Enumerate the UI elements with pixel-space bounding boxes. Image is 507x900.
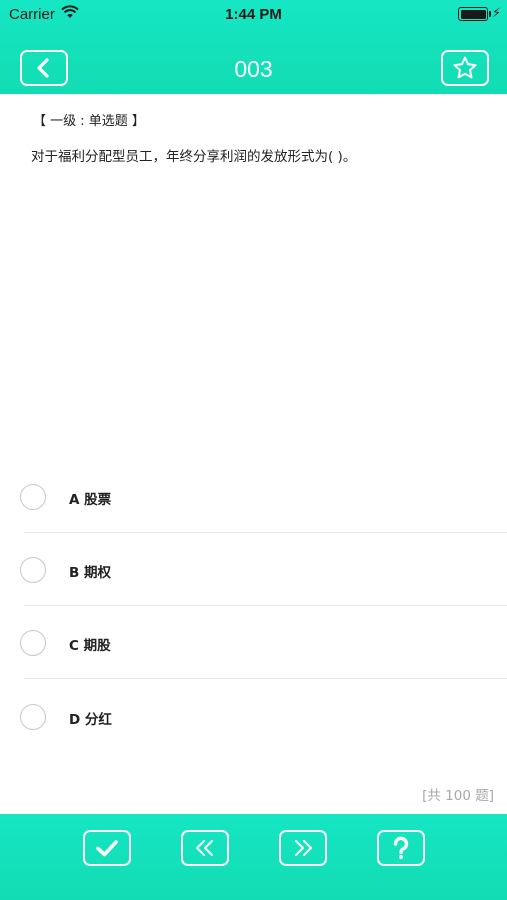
option-label: D 分红 [69,712,112,728]
option-label: B 期权 [69,565,111,581]
next-question-button[interactable] [279,830,327,866]
status-bar: Carrier 1:44 PM ⚡ [0,0,507,28]
favorite-button[interactable] [441,50,489,86]
question-text: 对于福利分配型员工，年终分享利润的发放形式为( )。 [31,149,357,165]
star-icon [453,56,477,79]
previous-question-button[interactable] [181,830,229,866]
page-title: 003 [234,56,273,82]
bottom-toolbar [0,814,507,900]
check-icon [96,840,118,857]
option-b[interactable]: B 期权 [0,533,507,606]
option-label: A 股票 [69,492,112,508]
option-label: C 期股 [69,638,111,654]
divider [24,678,507,679]
option-a[interactable]: A 股票 [0,460,507,533]
question-type-label: 【 一级 : 单选题 】 [33,114,145,129]
header-bar: Carrier 1:44 PM ⚡ 003 [0,0,507,94]
option-c[interactable]: C 期股 [0,606,507,679]
double-chevron-left-icon [196,840,213,856]
status-time: 1:44 PM [225,6,282,23]
radio-button[interactable] [20,484,46,510]
radio-button[interactable] [20,557,46,583]
radio-button[interactable] [20,704,46,730]
question-mark-icon [393,836,409,859]
charging-icon: ⚡ [492,6,502,21]
question-count: [共 100 题] [422,788,494,804]
option-d[interactable]: D 分红 [0,680,507,753]
double-chevron-right-icon [295,840,312,856]
submit-answer-button[interactable] [83,830,131,866]
battery-icon [458,7,488,21]
radio-button[interactable] [20,630,46,656]
help-button[interactable] [377,830,425,866]
battery-tip [489,11,491,17]
